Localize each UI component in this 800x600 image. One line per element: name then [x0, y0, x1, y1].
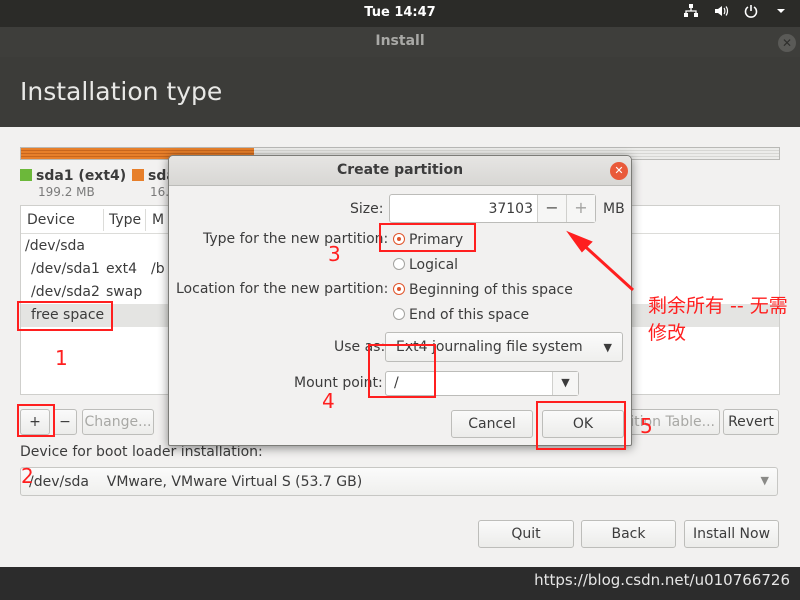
annotation-number: 5: [640, 414, 653, 438]
radio-end[interactable]: End of this space: [393, 307, 529, 323]
type-label: Type for the new partition:: [203, 231, 389, 247]
dialog-title: Create partition: [336, 162, 464, 178]
boot-loader-label: Device for boot loader installation:: [20, 444, 263, 460]
change-partition-button[interactable]: Change...: [82, 409, 154, 435]
legend-item: sda1 (ext4) 199.2 MB: [20, 168, 127, 199]
close-icon[interactable]: ✕: [778, 34, 796, 52]
radio-label: End of this space: [409, 307, 530, 323]
column-header-mount[interactable]: M: [152, 212, 164, 228]
page-title: Installation type: [20, 77, 223, 106]
top-bar: Tue 14:47: [0, 0, 800, 27]
window-title: Install: [375, 33, 425, 49]
back-button[interactable]: Back: [581, 520, 676, 548]
radio-beginning[interactable]: Beginning of this space: [393, 282, 573, 298]
size-unit: MB: [603, 201, 625, 217]
radio-label: Beginning of this space: [409, 282, 573, 298]
annotation-box-3: [379, 223, 476, 252]
volume-icon[interactable]: [712, 3, 730, 23]
row-device: /dev/sda: [25, 238, 85, 254]
radio-unselected-icon: [393, 308, 405, 320]
legend-size: 199.2 MB: [38, 185, 95, 199]
legend-swatch: [132, 169, 144, 181]
boot-loader-select[interactable]: /dev/sda VMware, VMware Virtual S (53.7 …: [20, 467, 778, 496]
size-label: Size:: [350, 201, 384, 217]
annotation-box-2: [17, 404, 55, 437]
row-type: ext4: [106, 261, 138, 277]
new-partition-table-button[interactable]: ition Table...: [620, 409, 720, 435]
bottom-bar: https://blog.csdn.net/u010766726: [0, 567, 800, 600]
system-tray: [682, 3, 790, 23]
remove-partition-button[interactable]: −: [53, 409, 77, 435]
window-titlebar: Install ✕: [0, 27, 800, 57]
annotation-note: 剩余所有 -- 无需修改: [648, 295, 788, 344]
chevron-down-icon[interactable]: ▼: [552, 372, 578, 395]
power-icon[interactable]: [742, 3, 760, 23]
row-device: /dev/sda2: [31, 284, 100, 300]
radio-selected-icon: [393, 283, 405, 295]
annotation-number: 3: [328, 242, 341, 266]
radio-logical[interactable]: Logical: [393, 257, 458, 273]
size-decrement-button[interactable]: −: [537, 195, 566, 222]
annotation-box-1: [17, 301, 113, 331]
chevron-down-icon: ▼: [603, 341, 612, 354]
row-device: /dev/sda1: [31, 261, 100, 277]
legend-swatch: [20, 169, 32, 181]
close-icon[interactable]: ✕: [610, 162, 628, 180]
size-input[interactable]: 37103 − +: [389, 194, 596, 223]
dialog-titlebar: Create partition ✕: [169, 156, 631, 186]
quit-button[interactable]: Quit: [478, 520, 574, 548]
row-mount: /b: [151, 261, 165, 277]
boot-loader-value: /dev/sda VMware, VMware Virtual S (53.7 …: [29, 474, 363, 490]
revert-button[interactable]: Revert: [723, 409, 779, 435]
column-header-type[interactable]: Type: [109, 212, 141, 228]
network-icon[interactable]: [682, 3, 700, 23]
annotation-number: 1: [55, 346, 68, 370]
legend-size: 16.: [150, 185, 170, 199]
annotation-box-4: [368, 344, 436, 398]
annotation-number: 4: [322, 389, 335, 413]
row-type: swap: [106, 284, 143, 300]
install-now-button[interactable]: Install Now: [684, 520, 779, 548]
radio-label: Logical: [409, 257, 459, 273]
menu-arrow-icon[interactable]: [772, 3, 790, 23]
location-label: Location for the new partition:: [176, 281, 389, 297]
annotation-box-5: [536, 401, 626, 450]
annotation-number: 2: [21, 464, 34, 488]
column-header-device[interactable]: Device: [27, 212, 75, 228]
clock[interactable]: Tue 14:47: [0, 5, 800, 20]
radio-unselected-icon: [393, 258, 405, 270]
size-value: 37103: [488, 201, 533, 217]
legend-name: sda1 (ext4): [36, 168, 127, 184]
cancel-button[interactable]: Cancel: [451, 410, 533, 438]
chevron-down-icon: ▼: [760, 474, 769, 487]
size-increment-button[interactable]: +: [566, 195, 595, 222]
watermark: https://blog.csdn.net/u010766726: [534, 571, 790, 589]
page-header: Installation type: [0, 57, 800, 127]
